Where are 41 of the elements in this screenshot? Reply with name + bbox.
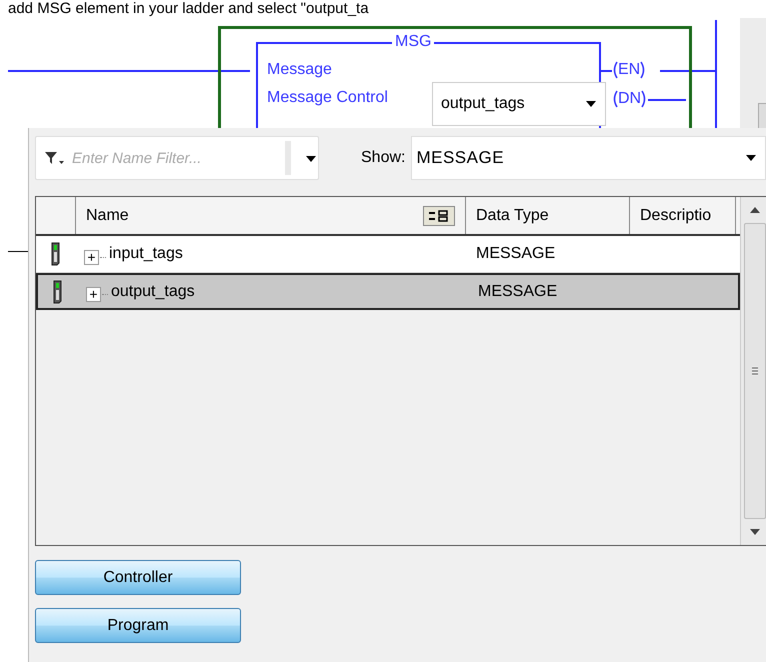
- dropdown-arrow-icon: [585, 100, 597, 108]
- scope-button[interactable]: Program: [35, 608, 241, 643]
- operand-label: Message Control: [267, 89, 388, 107]
- tag-row[interactable]: + input_tags MESSAGE: [36, 236, 740, 273]
- scroll-down-icon: [750, 529, 760, 535]
- column-header[interactable]: Descriptio: [630, 197, 736, 234]
- show-dropdown[interactable]: MESSAGE: [411, 136, 766, 180]
- coil-bracket-icon: [612, 61, 618, 79]
- vertical-scrollbar[interactable]: [740, 197, 766, 545]
- expand-toggle[interactable]: +: [84, 250, 99, 264]
- rung-line: [660, 70, 716, 72]
- rung-line: [600, 70, 612, 72]
- rung-line: [8, 251, 28, 252]
- tag-name: input_tags: [109, 245, 183, 263]
- coil-bracket-icon: [640, 61, 646, 79]
- rung-line: [648, 99, 686, 101]
- coil-label: EN: [618, 61, 640, 79]
- column-header[interactable]: Data Type: [466, 197, 630, 234]
- dropdown-arrow-icon: [305, 155, 317, 163]
- data-type: MESSAGE: [478, 282, 558, 300]
- column-header[interactable]: Name: [76, 197, 466, 234]
- coil-label: DN: [618, 90, 642, 108]
- tag-row[interactable]: + output_tags MESSAGE: [36, 273, 740, 310]
- scroll-up-icon: [750, 207, 760, 213]
- grip-icon: [752, 367, 758, 375]
- tag-name: output_tags: [111, 282, 195, 300]
- scope-button[interactable]: Controller: [35, 560, 241, 595]
- scrollbar-thumb[interactable]: [744, 223, 766, 519]
- tag-icon: [53, 280, 63, 304]
- tag-icon: [51, 242, 61, 266]
- operand-label: Message: [267, 61, 332, 79]
- coil-bracket-icon: [612, 90, 618, 108]
- expand-toggle[interactable]: +: [86, 287, 101, 302]
- name-filter-field[interactable]: Enter Name Filter...: [35, 136, 319, 180]
- data-type: MESSAGE: [476, 245, 556, 263]
- coil-bracket-icon: [641, 90, 648, 108]
- tag-dropdown[interactable]: output_tags: [432, 82, 606, 126]
- dropdown-arrow-icon: [745, 154, 757, 162]
- show-label: Show:: [361, 149, 406, 167]
- column-chooser-icon: [423, 206, 455, 226]
- instruction-text: add MSG element in your ladder and select "output_ta: [8, 0, 369, 17]
